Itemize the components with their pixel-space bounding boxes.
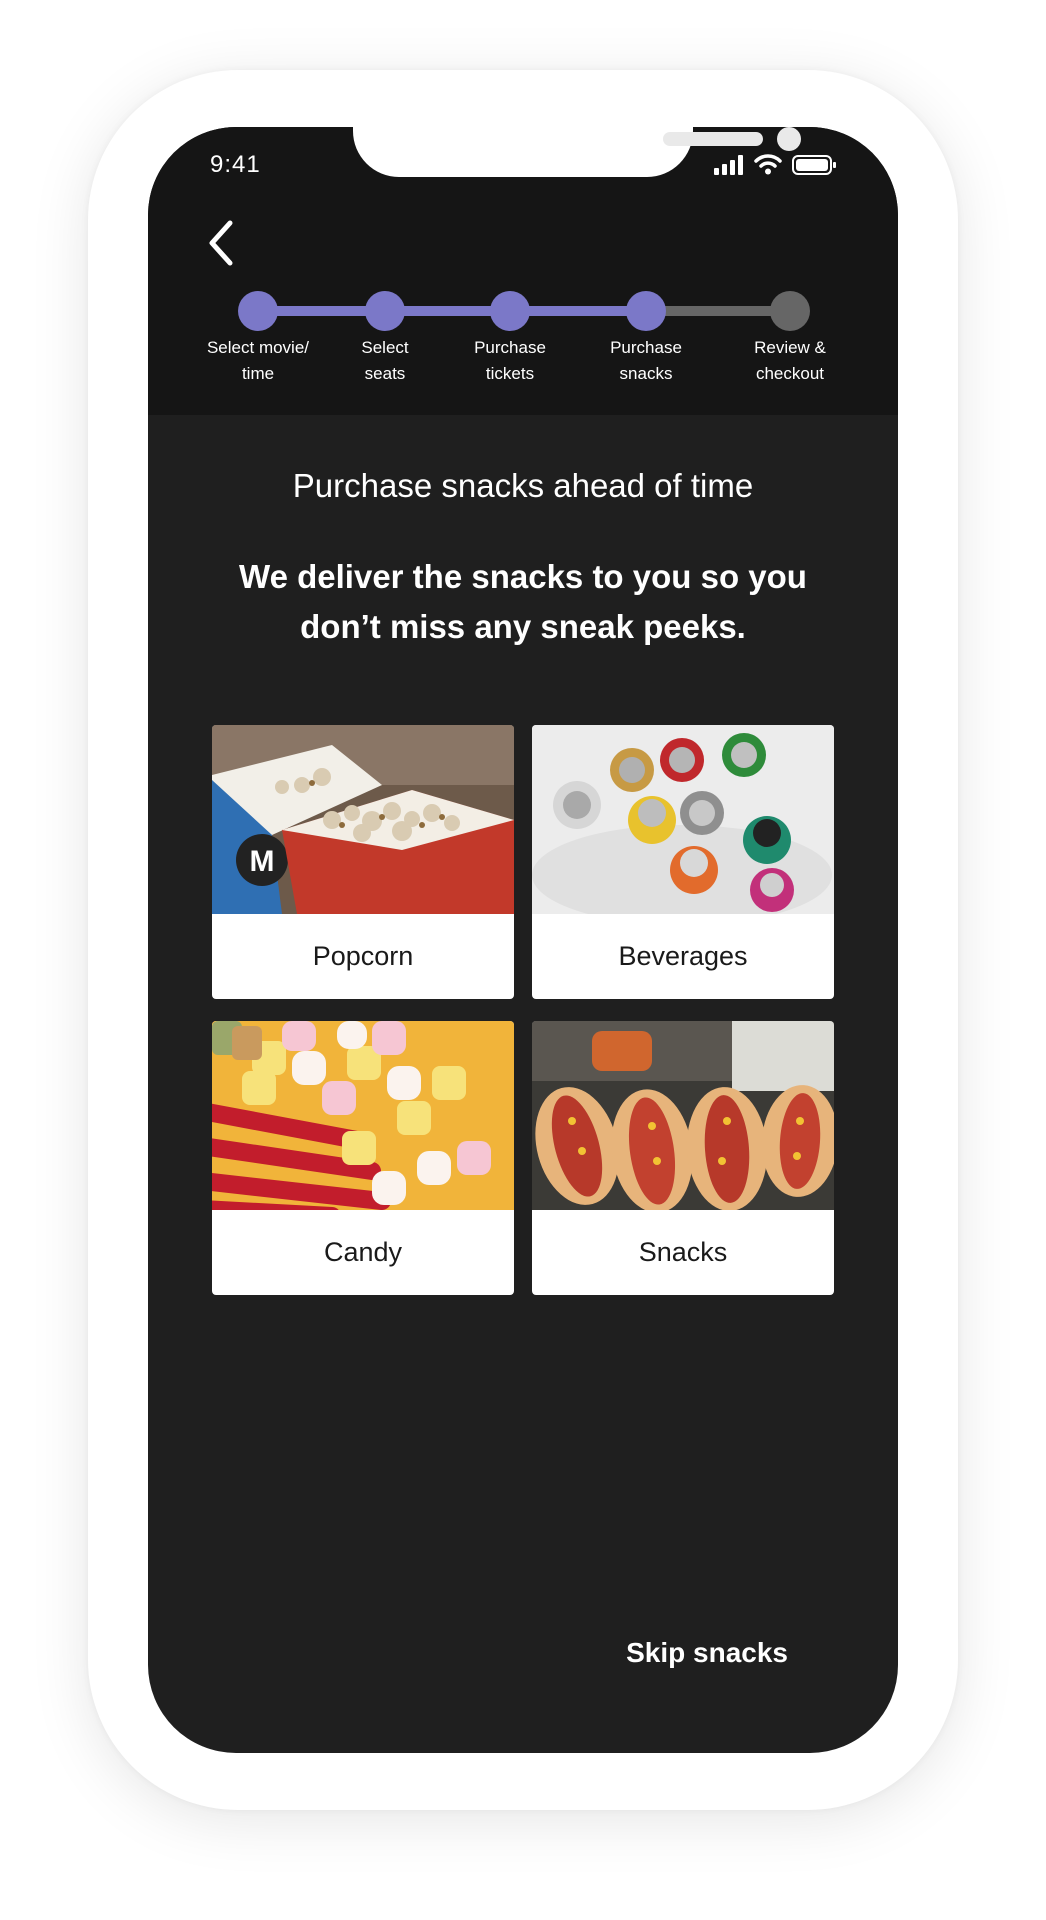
category-card-snacks[interactable]: Snacks [532,1021,834,1295]
speaker [663,132,763,146]
page-subtitle: We deliver the snacks to you so you don’… [239,558,807,645]
status-icons [714,153,836,175]
category-grid: M Popcorn Beverages Candy Snacks [212,725,834,1295]
category-card-popcorn[interactable]: M Popcorn [212,725,514,999]
step-dot-purchase-snacks [626,291,666,331]
step-label-review-checkout: Review & checkout [754,338,826,383]
progress-track-complete [258,306,646,316]
status-time: 9:41 [210,151,261,178]
phone-screen: 9:41 Select movie/ time Select seats Pur… [148,127,898,1753]
back-chevron-icon [209,220,233,266]
category-card-candy[interactable]: Candy [212,1021,514,1295]
category-label-snacks: Snacks [638,1237,728,1267]
step-label-select-seats: Select seats [361,338,409,383]
battery-icon [792,155,836,175]
category-label-beverages: Beverages [618,941,748,971]
step-dot-select-seats [365,291,405,331]
camera [777,127,801,151]
header: 9:41 Select movie/ time Select seats Pur… [148,127,898,415]
candy-photo [212,1021,514,1210]
wifi-icon [754,154,782,175]
signal-icon [714,155,743,175]
step-label-select-movie: Select movie/ time [206,338,310,383]
category-card-beverages[interactable]: Beverages [532,725,834,999]
popcorn-photo: M [212,725,514,914]
progress-track-remaining [646,306,790,316]
progress-stepper: Select movie/ time Select seats Purchase… [148,287,898,397]
hot-dogs-photo [532,1021,834,1210]
page-title: Purchase snacks ahead of time [292,467,754,504]
notch [353,127,801,177]
step-label-purchase-snacks: Purchase snacks [610,338,682,383]
category-label-popcorn: Popcorn [312,941,414,971]
beverage-cans-photo [532,725,834,914]
step-dot-purchase-tickets [490,291,530,331]
step-label-purchase-tickets: Purchase tickets [474,338,546,383]
category-label-candy: Candy [323,1237,403,1267]
back-button[interactable] [200,215,244,271]
step-dot-select-movie [238,291,278,331]
skip-snacks-button[interactable]: Skip snacks [626,1637,788,1669]
step-dot-review-checkout [770,291,810,331]
svg-text:M: M [250,845,275,878]
